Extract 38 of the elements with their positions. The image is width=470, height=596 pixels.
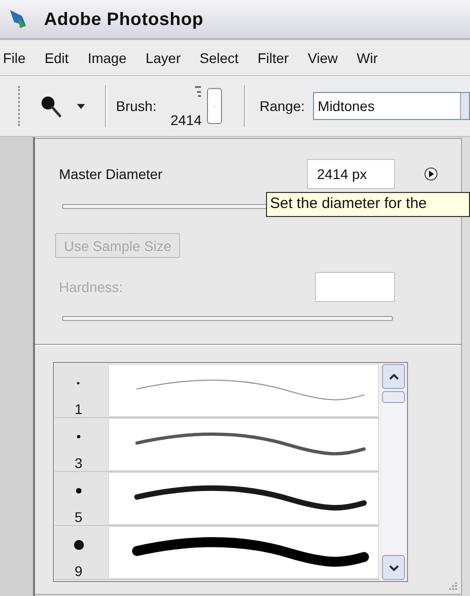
scroll-up-button[interactable] xyxy=(382,364,406,389)
range-dropdown[interactable]: Midtones xyxy=(312,92,470,120)
brush-tip-icon xyxy=(74,487,82,495)
menu-item[interactable]: Edit xyxy=(44,48,69,68)
brush-size: 5 xyxy=(74,509,82,525)
resize-grip-icon[interactable] xyxy=(448,581,458,591)
scroll-down-button[interactable] xyxy=(382,555,406,580)
brush-size: 3 xyxy=(74,455,82,471)
hardness-label: Hardness: xyxy=(59,279,124,295)
brush-size: 9 xyxy=(74,563,82,579)
tooltip: Set the diameter for the xyxy=(266,192,470,217)
feather-icon xyxy=(8,8,28,30)
brush-tip-icon xyxy=(76,434,82,440)
round-tool-icon[interactable] xyxy=(40,94,62,118)
brush-size: 1 xyxy=(74,401,82,417)
menu-item[interactable]: Select xyxy=(200,48,239,68)
brush-label: Brush: xyxy=(116,98,156,114)
range-label: Range: xyxy=(260,98,305,114)
menu-item[interactable]: Wir xyxy=(356,48,378,68)
brush-size: 2414 xyxy=(170,112,202,128)
diameter-field[interactable]: 2414 px xyxy=(307,159,395,189)
brush-stroke-preview[interactable] xyxy=(108,418,380,471)
brush-stroke-preview[interactable] xyxy=(108,472,380,525)
menu-item[interactable]: Image xyxy=(88,48,127,68)
brush-stroke-preview[interactable] xyxy=(108,526,380,579)
brush-preview-icon xyxy=(194,84,202,100)
brush-tip-icon xyxy=(72,539,84,551)
brush-dropdown-button[interactable] xyxy=(206,88,222,124)
menu-item[interactable]: Layer xyxy=(146,48,181,68)
brush-tip-icon xyxy=(76,380,81,386)
menu-item[interactable]: View xyxy=(308,48,338,68)
menu-item[interactable]: File xyxy=(3,48,26,68)
hardness-field[interactable] xyxy=(315,272,395,302)
scrollbar[interactable] xyxy=(382,364,406,580)
menu-item[interactable]: Filter xyxy=(258,48,289,68)
scroll-thumb[interactable] xyxy=(382,391,406,403)
master-diameter-label: Master Diameter xyxy=(59,166,164,182)
window-title: Adobe Photoshop xyxy=(44,8,204,30)
